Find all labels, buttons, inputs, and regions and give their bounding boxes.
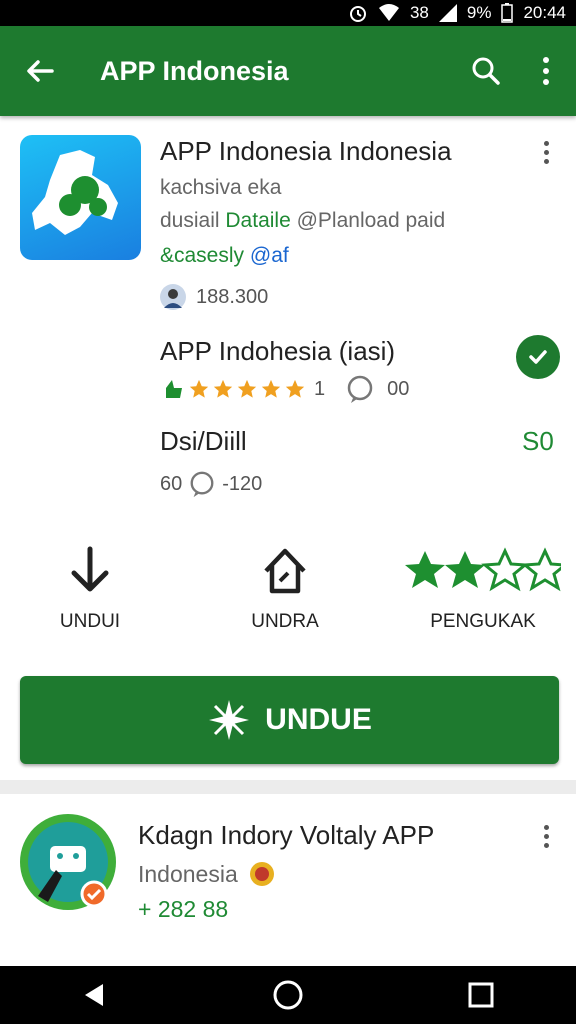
app-icon [20, 135, 141, 260]
download-action-label: UNDUI [59, 611, 121, 632]
meta-text: dusiail [160, 209, 220, 232]
overflow-menu-button[interactable] [516, 56, 576, 86]
badge-icon [249, 862, 274, 886]
action-row: UNDUI UNDRA PENGUKAK [0, 545, 576, 645]
rating-action-label: PENGUKAK [430, 611, 536, 632]
home-action[interactable]: UNDRA [215, 545, 355, 633]
size-row: 60 -120 [160, 470, 262, 498]
page-title: APP Indonesia [100, 55, 289, 86]
arrow-left-icon [27, 60, 54, 82]
signal-icon [438, 4, 457, 22]
star-icon [189, 379, 209, 398]
related-overflow-button[interactable] [541, 825, 551, 848]
comment-count: 00 [387, 377, 410, 400]
sparkle-icon [209, 700, 250, 740]
related-app-icon[interactable] [20, 814, 116, 910]
app-overflow-button[interactable] [541, 141, 551, 164]
related-region-row: Indonesia [138, 860, 276, 888]
detail-label: Dsi/Diill [160, 426, 247, 456]
related-region: Indonesia [138, 860, 238, 887]
section-divider [0, 780, 576, 794]
price: S0 [522, 426, 554, 456]
star-icon [261, 379, 281, 398]
downloads-row: 188.300 [160, 284, 268, 310]
rating-action[interactable]: PENGUKAK [405, 545, 561, 633]
related-count: + 282 88 [138, 896, 229, 922]
install-button[interactable]: UNDUE [20, 676, 559, 764]
app-name: APP Indonesia Indonesia [160, 136, 452, 166]
meta-text-2: @Planload paid [296, 209, 446, 232]
back-button[interactable] [0, 55, 80, 87]
installed-label: APP Indohesia (iasi) [160, 336, 396, 366]
more-vert-icon [543, 57, 549, 85]
rating-stars-icon [405, 547, 561, 592]
search-button[interactable] [456, 55, 516, 87]
avatar-icon [160, 284, 186, 310]
install-button-label: UNDUE [265, 703, 372, 736]
details-link[interactable]: Dataile [225, 209, 290, 232]
tag-link[interactable]: &casesly [160, 244, 244, 267]
size-value-2: -120 [222, 472, 263, 495]
download-count: 188.300 [196, 285, 269, 308]
home-action-label: UNDRA [251, 611, 319, 632]
search-icon [472, 57, 500, 85]
status-bar: 38 9% 20:44 [0, 0, 576, 26]
rating-row: 1 00 [160, 374, 409, 404]
star-icon [213, 379, 233, 398]
app-tags-line: &casesly @af [160, 244, 289, 268]
arrow-down-icon [71, 546, 109, 592]
rating-count: 1 [314, 377, 326, 400]
signal-text: 38 [409, 3, 429, 22]
wifi-icon [378, 4, 400, 22]
thumb-icon [166, 380, 182, 398]
home-icon [264, 548, 306, 594]
system-nav-bar [0, 966, 576, 1024]
battery-text: 9% [466, 3, 492, 22]
download-action[interactable]: UNDUI [20, 545, 160, 633]
nav-recents-icon[interactable] [467, 981, 495, 1009]
app-bar: APP Indonesia [0, 26, 576, 116]
checkmark-icon [529, 350, 547, 364]
related-app-name[interactable]: Kdagn Indory Voltaly APP [138, 820, 434, 851]
nav-home-icon[interactable] [272, 979, 304, 1011]
app-meta-line: dusiail Dataile @Planload paid [160, 209, 445, 233]
comment-icon [347, 375, 373, 403]
alarm-icon [348, 3, 368, 23]
handle-link[interactable]: @af [250, 244, 289, 267]
size-value: 60 [160, 472, 183, 495]
clock: 20:44 [523, 3, 566, 22]
nav-back-icon[interactable] [81, 981, 109, 1009]
battery-icon [501, 3, 514, 23]
star-icon [285, 379, 305, 398]
developer-name[interactable]: kachsiva eka [160, 176, 281, 200]
star-icon [237, 379, 257, 398]
comment-icon [190, 471, 214, 498]
installed-check-button[interactable] [516, 335, 560, 379]
